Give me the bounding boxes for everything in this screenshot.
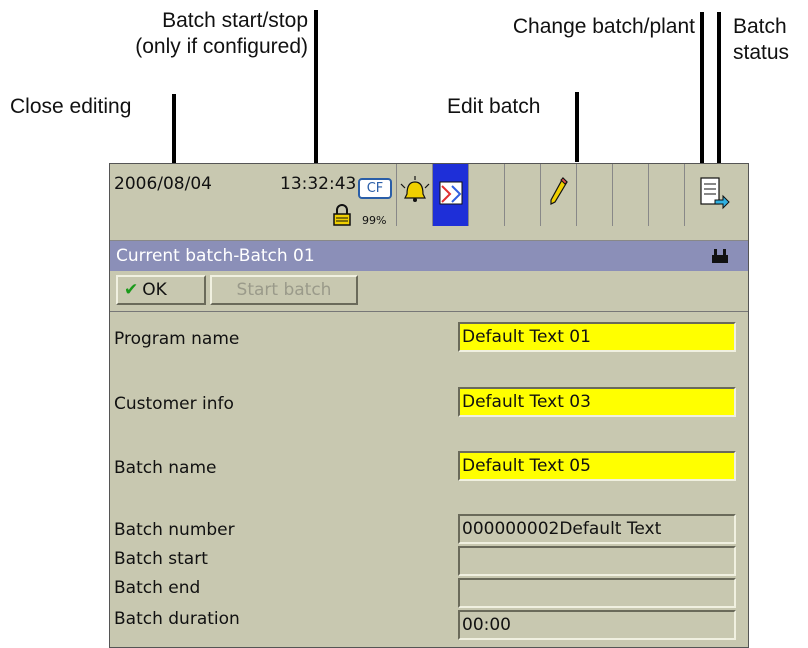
program-name-field[interactable]: Default Text 01 bbox=[458, 322, 736, 352]
date-display: 2006/08/04 bbox=[114, 174, 212, 194]
callout-edit-batch: Edit batch bbox=[447, 94, 540, 120]
callout-close-editing-text: Close editing bbox=[10, 95, 132, 118]
callout-change-batch-plant: Change batch/plant bbox=[513, 14, 695, 40]
callout-edit-batch-text: Edit batch bbox=[447, 95, 541, 118]
device-screen: 2006/08/04 13:32:43 CF 99% Current batch… bbox=[109, 163, 749, 648]
batch-status-icon bbox=[712, 249, 728, 263]
change-batch-icon bbox=[700, 177, 730, 210]
callout-batch-status: Batch status bbox=[733, 14, 789, 66]
leader-change-batch-plant bbox=[700, 12, 704, 182]
toolbar-empty-1[interactable] bbox=[468, 164, 504, 226]
batch-duration-label: Batch duration bbox=[114, 609, 240, 629]
alarm-bell-icon bbox=[400, 176, 430, 202]
batch-start-label: Batch start bbox=[114, 549, 208, 569]
batch-end-label: Batch end bbox=[114, 578, 201, 598]
cf-percent: 99% bbox=[362, 214, 387, 227]
action-button-row: ✔ OK Start batch bbox=[110, 271, 748, 312]
ok-button-label: OK bbox=[142, 280, 167, 300]
checkmark-icon: ✔ bbox=[124, 280, 139, 300]
toolbar-empty-4[interactable] bbox=[612, 164, 648, 226]
callout-close-editing: Close editing bbox=[10, 94, 131, 120]
lock-icon bbox=[333, 204, 351, 226]
cf-card-icon: CF bbox=[358, 178, 392, 199]
ok-button[interactable]: ✔ OK bbox=[116, 275, 206, 305]
batch-start-field bbox=[458, 546, 736, 576]
callout-batch-start-stop-line1: Batch start/stop bbox=[162, 9, 308, 32]
alarm-button[interactable] bbox=[396, 164, 432, 226]
batch-duration-field: 00:00 bbox=[458, 610, 736, 640]
batch-number-field: 000000002Default Text bbox=[458, 514, 736, 544]
callout-batch-status-line1: Batch bbox=[733, 15, 787, 38]
leader-edit-batch bbox=[575, 92, 579, 162]
callout-batch-status-line2: status bbox=[733, 41, 790, 64]
cf-card-indicator: CF bbox=[356, 174, 392, 202]
batch-number-label: Batch number bbox=[114, 520, 235, 540]
callout-change-batch-plant-text: Change batch/plant bbox=[512, 15, 695, 38]
edit-batch-button[interactable] bbox=[540, 164, 576, 226]
toolbar-empty-5[interactable] bbox=[648, 164, 684, 226]
callout-batch-start-stop: Batch start/stop (only if configured) bbox=[135, 8, 308, 60]
pencil-icon bbox=[550, 177, 568, 205]
page-title-bar: Current batch-Batch 01 bbox=[110, 241, 748, 271]
callout-batch-start-stop-line2: (only if configured) bbox=[135, 35, 308, 58]
customer-info-field[interactable]: Default Text 03 bbox=[458, 387, 736, 417]
batch-end-field bbox=[458, 578, 736, 608]
start-batch-button-label: Start batch bbox=[236, 280, 332, 300]
batch-name-field[interactable]: Default Text 05 bbox=[458, 451, 736, 481]
start-batch-button[interactable]: Start batch bbox=[210, 275, 358, 305]
toolbar-empty-2[interactable] bbox=[504, 164, 540, 226]
status-toolbar: 2006/08/04 13:32:43 CF 99% bbox=[110, 164, 748, 241]
program-name-label: Program name bbox=[114, 329, 240, 349]
change-batch-plant-button[interactable] bbox=[684, 164, 748, 226]
time-display: 13:32:43 bbox=[280, 174, 357, 194]
page-title: Current batch-Batch 01 bbox=[116, 246, 315, 266]
batch-view-icon bbox=[439, 181, 463, 205]
customer-info-label: Customer info bbox=[114, 394, 234, 414]
batch-name-label: Batch name bbox=[114, 458, 217, 478]
toolbar-empty-3[interactable] bbox=[576, 164, 612, 226]
batch-view-tab[interactable] bbox=[432, 164, 468, 226]
